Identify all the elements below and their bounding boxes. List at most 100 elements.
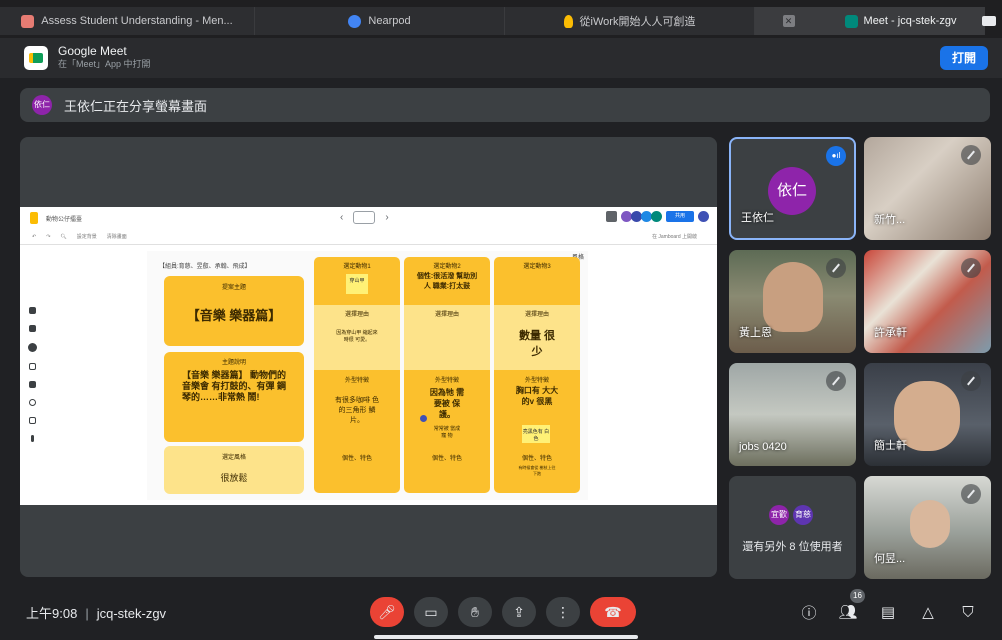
jamboard-icon bbox=[30, 212, 38, 224]
shared-screen: 動物公仔擂臺 ‹ › 共用 ↶ ↷ � bbox=[20, 207, 717, 505]
theme-card: 提案主題 【音樂 樂器篇】 bbox=[164, 276, 304, 346]
call-controls-bar: 上午9:08 | jcq-stek-zgv 🎤︎ ▭ ✋︎ ⇪ ⋮ ☎︎ ⓘ 👥︎ … bbox=[0, 585, 1002, 640]
circle-icon bbox=[28, 399, 36, 406]
participant-tile[interactable]: 黃上恩 bbox=[729, 250, 856, 353]
toolbar-item: 清除畫面 bbox=[106, 234, 127, 240]
description-header: 主題說明 bbox=[221, 360, 246, 366]
participant-tile-self[interactable]: 依仁 ●ıl 王依仁 bbox=[729, 137, 856, 240]
participant-tile[interactable]: jobs 0420 bbox=[729, 363, 856, 466]
laser-icon bbox=[30, 435, 34, 442]
more-participants-tile[interactable]: 宜歡 育慈 還有另外 8 位使用者 bbox=[729, 476, 856, 579]
clock-time: 上午9:08 bbox=[26, 606, 78, 621]
meeting-details-button[interactable]: ⓘ bbox=[797, 599, 821, 625]
image-icon bbox=[28, 381, 36, 388]
leave-call-button[interactable]: ☎︎ bbox=[590, 597, 636, 627]
participant-name: jobs 0420 bbox=[739, 441, 787, 453]
share-button: 共用 bbox=[666, 211, 694, 222]
trait-label: 個性、特色 bbox=[341, 456, 372, 462]
feature-text: 胸口有 大大的v 很黑 bbox=[515, 386, 559, 406]
chat-icon: ▤ bbox=[880, 604, 896, 621]
tab-iwork[interactable]: 從iWork開始人人可創造 bbox=[505, 7, 755, 35]
tab-title: Meet - jcq-stek-zgv bbox=[863, 15, 957, 27]
activities-button[interactable]: △ bbox=[916, 599, 940, 625]
reason-text: 因為穿山甲 縮起來時很 可愛。 bbox=[336, 330, 378, 343]
raise-hand-button[interactable]: ✋︎ bbox=[458, 597, 492, 627]
present-screen-button[interactable]: ⇪ bbox=[502, 597, 536, 627]
animal-label: 選定動物3 bbox=[523, 264, 551, 270]
chat-button[interactable]: ▤ bbox=[876, 599, 900, 625]
description-card: 主題說明 【音樂 樂器篇】 動物們的音樂會 有打鼓的、有彈 鋼琴的……非常熱 鬧… bbox=[164, 352, 304, 442]
open-app-button[interactable]: 打開 bbox=[940, 46, 988, 70]
jamboard-file-name: 動物公仔擂臺 bbox=[46, 216, 83, 223]
animal-column-1: 選定動物1 穿山甲 選擇理由 因為穿山甲 縮起來時很 可愛。 外型特徵 有很多咖… bbox=[314, 257, 400, 493]
participant-tile[interactable]: 簡士軒 bbox=[864, 363, 991, 466]
theme-header: 提案主題 bbox=[221, 285, 246, 291]
meeting-code: jcq-stek-zgv bbox=[96, 606, 167, 621]
participant-name: 何昱... bbox=[874, 553, 906, 565]
jamboard-collaborators: 共用 bbox=[606, 211, 709, 222]
muted-mic-icon bbox=[826, 371, 846, 391]
meet-window: Assess Student Understanding - Men... Ne… bbox=[0, 0, 1002, 640]
muted-mic-icon bbox=[961, 258, 981, 278]
feature-note: 亮黑色有 白色 bbox=[522, 425, 550, 443]
tab-meet[interactable]: ✕ Meet - jcq-stek-zgv bbox=[755, 7, 985, 35]
camera-icon[interactable] bbox=[982, 16, 996, 26]
feature-label: 外型特徵 bbox=[434, 378, 459, 384]
jamboard-tools bbox=[26, 307, 38, 442]
trait-label: 個性、特色 bbox=[431, 456, 462, 462]
nearpod-multicolor-icon bbox=[21, 14, 35, 28]
eraser-icon bbox=[28, 325, 36, 332]
presentation-tile[interactable]: 動物公仔擂臺 ‹ › 共用 ↶ ↷ � bbox=[20, 137, 717, 577]
participant-video bbox=[763, 262, 823, 332]
muted-mic-icon bbox=[961, 145, 981, 165]
tab-title: Nearpod bbox=[368, 15, 411, 27]
animal-column-3: 選定動物3 選擇理由 數量 很少 外型特徵 胸口有 大大的v 很黑 亮黑色有 白… bbox=[494, 257, 580, 493]
mic-off-icon: 🎤︎ bbox=[378, 603, 396, 620]
tab-nearpod[interactable]: Nearpod bbox=[255, 7, 505, 35]
mic-toggle-button[interactable]: 🎤︎ bbox=[370, 597, 404, 627]
trait-note: 有時候會從 樹枝上往 下跑 bbox=[518, 465, 556, 476]
participant-name: 王依仁 bbox=[741, 212, 774, 224]
feature-text: 有很多咖啡 色的三角形 鱗片。 bbox=[335, 397, 379, 424]
close-tab-icon[interactable]: ✕ bbox=[782, 15, 795, 27]
participant-tile[interactable]: 新竹... bbox=[864, 137, 991, 240]
presenting-text: 王依仁正在分享螢幕畫面 bbox=[64, 98, 208, 114]
participant-name: 簡士軒 bbox=[874, 440, 907, 452]
reason-label: 選擇理由 bbox=[434, 312, 459, 318]
participant-tile[interactable]: 何昱... bbox=[864, 476, 991, 579]
participant-name: 許承軒 bbox=[874, 327, 907, 339]
google-meet-app-icon bbox=[24, 46, 48, 70]
lightbulb-icon bbox=[563, 14, 573, 28]
more-options-button[interactable]: ⋮ bbox=[546, 597, 580, 627]
jamboard-canvas: 【組員:育慈、昱叡、承翰、飛成】 風格 提案主題 【音樂 樂器篇】 主題說明 【… bbox=[147, 251, 588, 500]
frames-icon bbox=[606, 211, 617, 222]
jamboard-header: 動物公仔擂臺 ‹ › 共用 bbox=[20, 207, 717, 229]
undo-icon: ↶ bbox=[32, 233, 37, 240]
host-controls-button[interactable]: ⛉ bbox=[956, 599, 980, 625]
browser-tab-bar: Assess Student Understanding - Men... Ne… bbox=[0, 0, 1002, 38]
style-header: 選定風格 bbox=[221, 455, 246, 461]
animal-label: 選定動物1 bbox=[343, 264, 371, 270]
participant-avatar: 宜歡 bbox=[769, 505, 789, 525]
end-call-icon: ☎︎ bbox=[604, 603, 622, 620]
participant-name: 新竹... bbox=[874, 214, 906, 226]
camera-toggle-button[interactable]: ▭ bbox=[414, 597, 448, 627]
activities-icon: △ bbox=[922, 604, 934, 621]
collaborator-avatar bbox=[651, 211, 662, 222]
nearpod-icon bbox=[348, 14, 362, 28]
info-icon: ⓘ bbox=[801, 604, 817, 622]
team-title: 【組員:育慈、昱叡、承翰、飛成】 bbox=[159, 264, 251, 270]
feature-note: 常常被 當成寵 物 bbox=[433, 426, 461, 439]
participant-avatar: 依仁 bbox=[768, 167, 816, 215]
trait-label: 個性、特色 bbox=[521, 456, 552, 462]
speaking-indicator-icon: ●ıl bbox=[826, 146, 846, 166]
jamboard-toolbar: ↶ ↷ 🔍︎ 設定背景 清除畫面 在 Jamboard 上開啟 bbox=[20, 229, 717, 245]
participant-video bbox=[910, 500, 950, 548]
tab-nearpod-assess[interactable]: Assess Student Understanding - Men... bbox=[0, 7, 255, 35]
google-meet-icon bbox=[844, 14, 858, 28]
participant-tile[interactable]: 許承軒 bbox=[864, 250, 991, 353]
text-box-icon bbox=[28, 417, 36, 424]
pen-icon bbox=[28, 307, 36, 314]
tab-title: Assess Student Understanding - Men... bbox=[41, 15, 233, 27]
open-in-app-banner: Google Meet 在「Meet」App 中打開 打開 bbox=[0, 38, 1002, 78]
